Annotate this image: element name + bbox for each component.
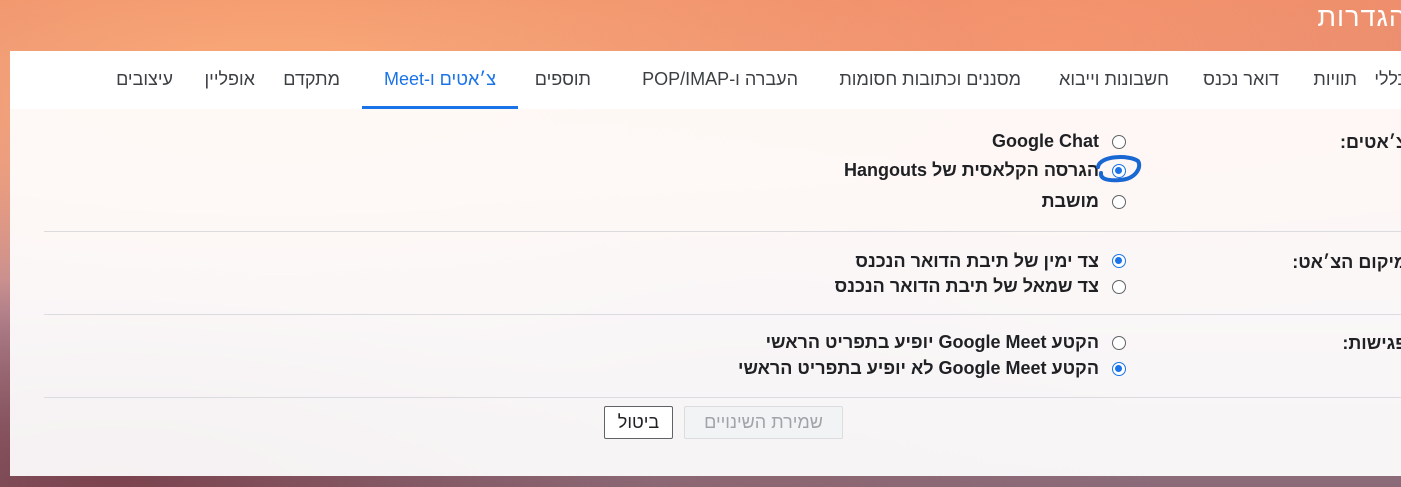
- radio-classic-hangouts[interactable]: [1112, 164, 1126, 178]
- radio-meet-show[interactable]: [1112, 336, 1126, 350]
- radio-meet-hide[interactable]: [1112, 362, 1126, 376]
- tab-forwarding-pop-imap[interactable]: העברה ו-POP/IMAP: [642, 59, 798, 109]
- save-changes-button[interactable]: שמירת השינויים: [684, 406, 843, 439]
- divider: [44, 314, 1401, 315]
- tab-offline[interactable]: אופליין: [204, 59, 255, 109]
- radio-left-of-inbox[interactable]: [1112, 280, 1126, 294]
- chat-label: צ׳אטים:: [1340, 132, 1401, 152]
- tab-filters-blocked[interactable]: מסננים וכתובות חסומות: [839, 59, 1021, 109]
- option-right-of-inbox-label: צד ימין של תיבת הדואר הנכנס: [855, 251, 1099, 271]
- page-title: הגדרות: [1317, 2, 1401, 32]
- divider: [44, 397, 1401, 398]
- tab-chat-meet[interactable]: צ׳אטים ו-Meet: [362, 59, 518, 109]
- chat-position-label: מיקום הצ׳אט:: [1292, 252, 1401, 272]
- settings-tabs: כללי תוויות דואר נכנס חשבונות וייבוא מסנ…: [10, 51, 1401, 109]
- tab-inbox[interactable]: דואר נכנס: [1203, 59, 1279, 109]
- option-meet-show-label: הקטע Google Meet יופיע בתפריט הראשי: [765, 332, 1099, 352]
- tab-accounts-import[interactable]: חשבונות וייבוא: [1059, 59, 1169, 109]
- tab-general[interactable]: כללי: [1374, 59, 1401, 109]
- option-classic-hangouts-label: הגרסה הקלאסית של Hangouts: [843, 160, 1099, 180]
- cancel-button[interactable]: ביטול: [604, 406, 673, 439]
- option-google-chat-label: Google Chat: [992, 131, 1099, 151]
- divider: [44, 231, 1401, 232]
- tab-addons[interactable]: תוספים: [535, 59, 591, 109]
- radio-google-chat[interactable]: [1112, 135, 1126, 149]
- option-left-of-inbox-label: צד שמאל של תיבת הדואר הנכנס: [834, 276, 1099, 296]
- radio-chat-off[interactable]: [1112, 195, 1126, 209]
- tab-labels[interactable]: תוויות: [1313, 59, 1357, 109]
- meetings-label: פגישות:: [1342, 333, 1401, 353]
- option-chat-off-label: מושבת: [1041, 191, 1099, 211]
- settings-panel: כללי תוויות דואר נכנס חשבונות וייבוא מסנ…: [10, 51, 1401, 476]
- radio-right-of-inbox[interactable]: [1112, 254, 1126, 268]
- tab-advanced[interactable]: מתקדם: [283, 59, 340, 109]
- option-meet-hide-label: הקטע Google Meet לא יופיע בתפריט הראשי: [738, 358, 1099, 378]
- tab-themes[interactable]: עיצובים: [116, 59, 173, 109]
